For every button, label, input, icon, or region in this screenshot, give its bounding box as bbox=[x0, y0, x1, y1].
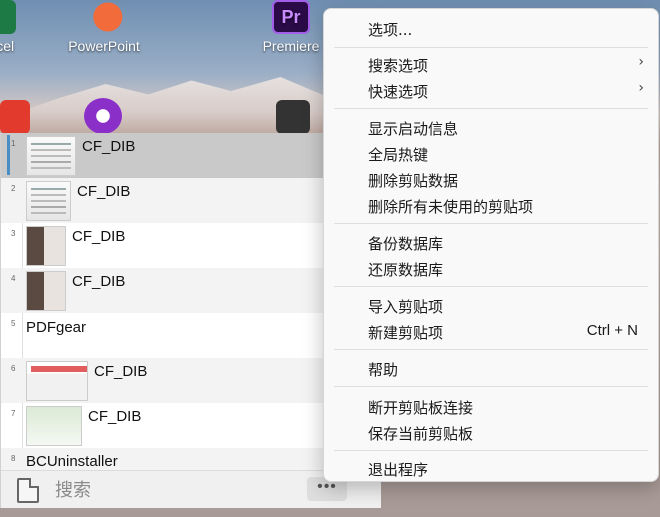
item-thumbnail bbox=[26, 271, 66, 311]
item-number: 7 bbox=[11, 409, 16, 418]
powerpoint-icon bbox=[85, 0, 123, 34]
menu-item-label: 还原数据库 bbox=[368, 261, 444, 279]
item-thumbnail bbox=[26, 406, 82, 446]
item-number: 8 bbox=[11, 454, 16, 463]
item-text: BCUninstaller bbox=[26, 453, 118, 470]
menu-item-backup-database[interactable]: 备份数据库 bbox=[334, 229, 648, 255]
menu-separator bbox=[334, 386, 648, 387]
premiere-icon: Pr bbox=[272, 0, 310, 34]
search-input[interactable] bbox=[55, 478, 295, 502]
item-number: 6 bbox=[11, 364, 16, 373]
item-thumbnail bbox=[26, 226, 66, 266]
menu-item-label: 退出程序 bbox=[368, 461, 429, 479]
item-text: PDFgear bbox=[26, 319, 87, 336]
item-thumbnail bbox=[26, 361, 88, 401]
menu-item-new-clip[interactable]: 新建剪贴项 Ctrl + N bbox=[334, 318, 648, 344]
shortcut-hint: Ctrl + N bbox=[586, 322, 638, 339]
item-text: CF_DIB bbox=[72, 228, 126, 245]
menu-item-quick-options[interactable]: 快速选项 › bbox=[334, 77, 648, 103]
clipboard-document-icon[interactable] bbox=[17, 478, 39, 503]
menu-item-exit[interactable]: 退出程序 bbox=[334, 455, 648, 481]
menu-item-label: 全局热键 bbox=[368, 146, 429, 164]
item-number: 4 bbox=[11, 274, 16, 283]
menu-separator bbox=[334, 349, 648, 350]
item-thumbnail bbox=[26, 181, 71, 221]
menu-item-label: 删除剪贴数据 bbox=[368, 172, 459, 190]
menu-item-label: 删除所有未使用的剪贴项 bbox=[368, 198, 534, 216]
menu-separator bbox=[334, 47, 648, 48]
menu-item-label: 断开剪贴板连接 bbox=[368, 399, 474, 417]
menu-separator bbox=[334, 286, 648, 287]
menu-item-import-clip[interactable]: 导入剪贴项 bbox=[334, 292, 648, 318]
chevron-right-icon: › bbox=[638, 54, 644, 70]
menu-item-label: 导入剪贴项 bbox=[368, 298, 444, 316]
unity-app-icon[interactable] bbox=[276, 100, 310, 134]
red-app-icon[interactable] bbox=[0, 100, 30, 134]
podcast-app-icon[interactable] bbox=[84, 98, 122, 134]
desktop-icon-label: Excel bbox=[0, 38, 15, 54]
item-text: CF_DIB bbox=[77, 183, 131, 200]
menu-item-save-current-clipboard[interactable]: 保存当前剪贴板 bbox=[334, 419, 648, 445]
selection-indicator bbox=[7, 135, 10, 175]
menu-item-label: 快速选项 bbox=[368, 83, 429, 101]
item-thumbnail bbox=[26, 136, 76, 176]
item-number: 2 bbox=[11, 184, 16, 193]
item-text: CF_DIB bbox=[72, 273, 126, 290]
menu-item-label: 选项... bbox=[368, 21, 413, 39]
desktop-icon-excel[interactable]: Excel bbox=[0, 0, 42, 54]
item-text: CF_DIB bbox=[82, 138, 136, 155]
menu-item-search-options[interactable]: 搜索选项 › bbox=[334, 51, 648, 77]
menu-item-label: 备份数据库 bbox=[368, 235, 444, 253]
menu-item-label: 帮助 bbox=[368, 361, 399, 379]
menu-item-restore-database[interactable]: 还原数据库 bbox=[334, 255, 648, 281]
menu-item-options[interactable]: 选项... bbox=[334, 15, 648, 41]
menu-item-label: 新建剪贴项 bbox=[368, 324, 444, 342]
menu-item-label: 保存当前剪贴板 bbox=[368, 425, 474, 443]
context-menu: 选项... 搜索选项 › 快速选项 › 显示启动信息 全局热键 删除剪贴数据 删… bbox=[323, 8, 659, 482]
menu-separator bbox=[334, 223, 648, 224]
menu-separator bbox=[334, 108, 648, 109]
menu-separator bbox=[334, 450, 648, 451]
menu-item-help[interactable]: 帮助 bbox=[334, 355, 648, 381]
menu-item-delete-unused[interactable]: 删除所有未使用的剪贴项 bbox=[334, 192, 648, 218]
excel-icon bbox=[0, 0, 16, 34]
item-text: CF_DIB bbox=[88, 408, 142, 425]
menu-item-disconnect-clipboard[interactable]: 断开剪贴板连接 bbox=[334, 393, 648, 419]
menu-item-global-hotkeys[interactable]: 全局热键 bbox=[334, 140, 648, 166]
menu-item-label: 显示启动信息 bbox=[368, 120, 459, 138]
item-number: 5 bbox=[11, 319, 16, 328]
chevron-right-icon: › bbox=[638, 80, 644, 96]
desktop-icon-label: Premiere bbox=[262, 38, 320, 54]
item-text: CF_DIB bbox=[94, 363, 148, 380]
item-number: 1 bbox=[11, 139, 16, 148]
menu-item-show-startup-info[interactable]: 显示启动信息 bbox=[334, 114, 648, 140]
item-number: 3 bbox=[11, 229, 16, 238]
desktop-icon-powerpoint[interactable]: PowerPoint bbox=[59, 0, 149, 54]
menu-item-delete-clip-data[interactable]: 删除剪贴数据 bbox=[334, 166, 648, 192]
menu-item-label: 搜索选项 bbox=[368, 57, 429, 75]
desktop-icon-label: PowerPoint bbox=[68, 38, 140, 54]
